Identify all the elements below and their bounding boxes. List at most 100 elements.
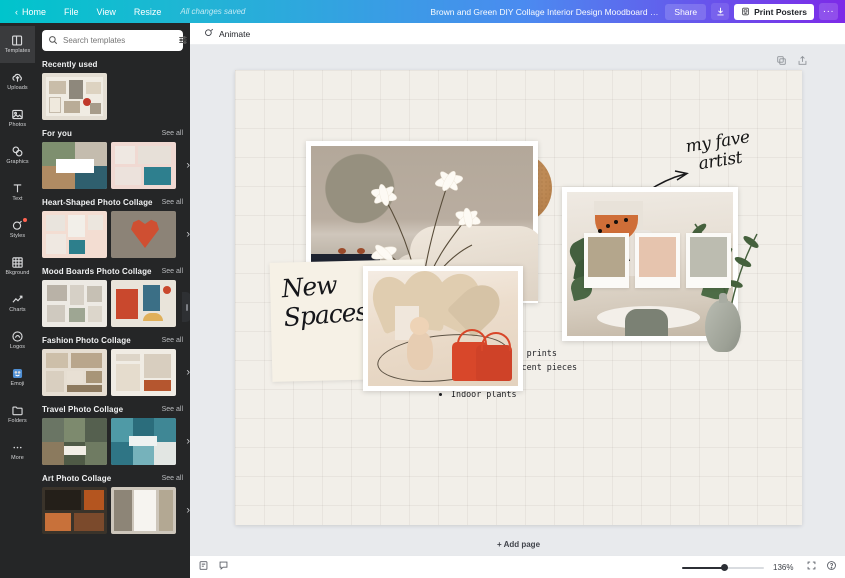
see-all-link[interactable]: See all (162, 406, 183, 413)
swatch-blush-peach (639, 237, 676, 277)
sidebar-item-label: Charts (9, 308, 25, 313)
section-header-art: Art Photo Collage See all (42, 474, 183, 483)
zoom-fill (682, 567, 725, 569)
photo-pampas-bags[interactable] (363, 266, 523, 391)
more-options-button[interactable]: ··· (819, 3, 838, 20)
annotation-text: my fave artist (685, 129, 754, 174)
search-icon (48, 32, 58, 50)
animate-button[interactable]: Animate (198, 25, 256, 43)
duplicate-page-icon[interactable] (776, 53, 787, 71)
swatch-card[interactable] (584, 233, 629, 288)
template-thumbnail[interactable] (42, 211, 107, 258)
section-header-fashion: Fashion Photo Collage See all (42, 336, 183, 345)
sidebar-item-more[interactable]: More (0, 433, 35, 470)
section-title: Travel Photo Collage (42, 405, 123, 414)
see-all-link[interactable]: See all (162, 130, 183, 137)
sidebar-item-uploads[interactable]: Uploads (0, 63, 35, 100)
chart-icon (11, 293, 24, 306)
see-all-link[interactable]: See all (162, 475, 183, 482)
zoom-knob[interactable] (721, 564, 728, 571)
template-thumbnail[interactable] (111, 211, 176, 258)
template-thumbnail[interactable] (42, 418, 107, 465)
swatch-card[interactable] (635, 233, 680, 288)
styles-icon (11, 219, 24, 232)
sidebar-item-label: Bkground (6, 271, 30, 276)
template-thumbnail[interactable] (42, 487, 107, 534)
template-thumbnail[interactable] (111, 418, 176, 465)
sidebar-item-logos[interactable]: Logos (0, 322, 35, 359)
template-thumbnail[interactable] (42, 142, 107, 189)
sidebar-item-text[interactable]: Text (0, 174, 35, 211)
help-icon[interactable] (826, 558, 837, 576)
sidebar-item-label: Templates (5, 49, 30, 54)
templates-panel: Recently used For you See all (35, 23, 190, 578)
see-all-link[interactable]: See all (162, 337, 183, 344)
template-thumbnail[interactable] (42, 349, 107, 396)
sidebar-item-folders[interactable]: Folders (0, 396, 35, 433)
section-title: Recently used (42, 60, 98, 69)
download-icon[interactable] (711, 3, 729, 20)
left-icon-rail: Templates Uploads Photos Graphics Text Styles… (0, 23, 35, 578)
canva-editor-window: ‹ Home File View Resize All changes save… (0, 0, 845, 578)
zoom-slider[interactable] (682, 562, 764, 573)
template-thumbnail[interactable] (111, 487, 176, 534)
save-status-text: All changes saved (170, 7, 245, 16)
file-menu[interactable]: File (55, 3, 88, 21)
sidebar-item-graphics[interactable]: Graphics (0, 137, 35, 174)
print-posters-button[interactable]: Print Posters (734, 4, 814, 20)
comment-icon[interactable] (218, 558, 229, 576)
section-header-mood-boards: Mood Boards Photo Collage See all (42, 267, 183, 276)
add-page-button[interactable]: + Add page (235, 534, 802, 554)
design-page[interactable]: my fave artist (235, 70, 802, 525)
bottom-status-bar: 136% (190, 555, 845, 578)
share-button[interactable]: Share (665, 4, 706, 20)
fullscreen-icon[interactable] (806, 558, 817, 576)
template-thumbnail[interactable] (111, 349, 176, 396)
sidebar-item-bkground[interactable]: Bkground (0, 248, 35, 285)
resize-button[interactable]: Resize (125, 3, 171, 21)
canvas-area[interactable]: my fave artist (190, 45, 845, 555)
sidebar-item-emoji[interactable]: Emoji (0, 359, 35, 396)
print-posters-label: Print Posters (754, 7, 807, 17)
search-bar[interactable] (42, 30, 183, 51)
editor-toolbar: Animate (190, 23, 845, 45)
sidebar-item-label: Folders (8, 419, 27, 424)
section-header-for-you: For you See all (42, 129, 183, 138)
section-header-recently-used: Recently used (42, 60, 183, 69)
swatch-card[interactable] (686, 233, 731, 288)
sidebar-item-styles[interactable]: Styles (0, 211, 35, 248)
home-button[interactable]: ‹ Home (6, 3, 55, 21)
search-input[interactable] (63, 36, 173, 45)
section-header-heart-shaped: Heart-Shaped Photo Collage See all (42, 198, 183, 207)
sidebar-item-templates[interactable]: Templates (0, 26, 35, 63)
section-title: Heart-Shaped Photo Collage (42, 198, 153, 207)
see-all-link[interactable]: See all (162, 199, 183, 206)
sidebar-item-label: Graphics (6, 160, 28, 165)
photo-icon (11, 108, 24, 121)
animate-icon (204, 28, 214, 40)
pampas-bags-image (368, 271, 518, 386)
sidebar-item-label: Styles (10, 234, 25, 239)
sidebar-item-charts[interactable]: Charts (0, 285, 35, 322)
template-thumbnail[interactable] (111, 280, 176, 327)
template-thumbnail[interactable] (42, 280, 107, 327)
swatch-khaki-tan (588, 237, 625, 277)
filter-sliders-icon[interactable] (178, 32, 188, 50)
thumbnail-row-recently-used (42, 73, 183, 120)
thumbnail-row-art: › (42, 487, 183, 534)
ceramic-vase-shape (407, 331, 433, 370)
notes-icon[interactable] (198, 558, 209, 576)
view-menu[interactable]: View (88, 3, 125, 21)
zoom-level-label: 136% (773, 563, 797, 572)
document-title[interactable]: Brown and Green DIY Collage Interior Des… (430, 7, 660, 17)
page-tools (776, 53, 808, 71)
sidebar-item-label: Uploads (7, 86, 27, 91)
sidebar-item-photos[interactable]: Photos (0, 100, 35, 137)
template-thumbnail[interactable] (42, 73, 107, 120)
thumbnail-row-mood-boards: › (42, 280, 183, 327)
see-all-link[interactable]: See all (162, 268, 183, 275)
large-vase-element[interactable] (705, 300, 741, 352)
template-thumbnail[interactable] (111, 142, 176, 189)
red-bag-front (476, 345, 512, 382)
export-page-icon[interactable] (797, 53, 808, 71)
